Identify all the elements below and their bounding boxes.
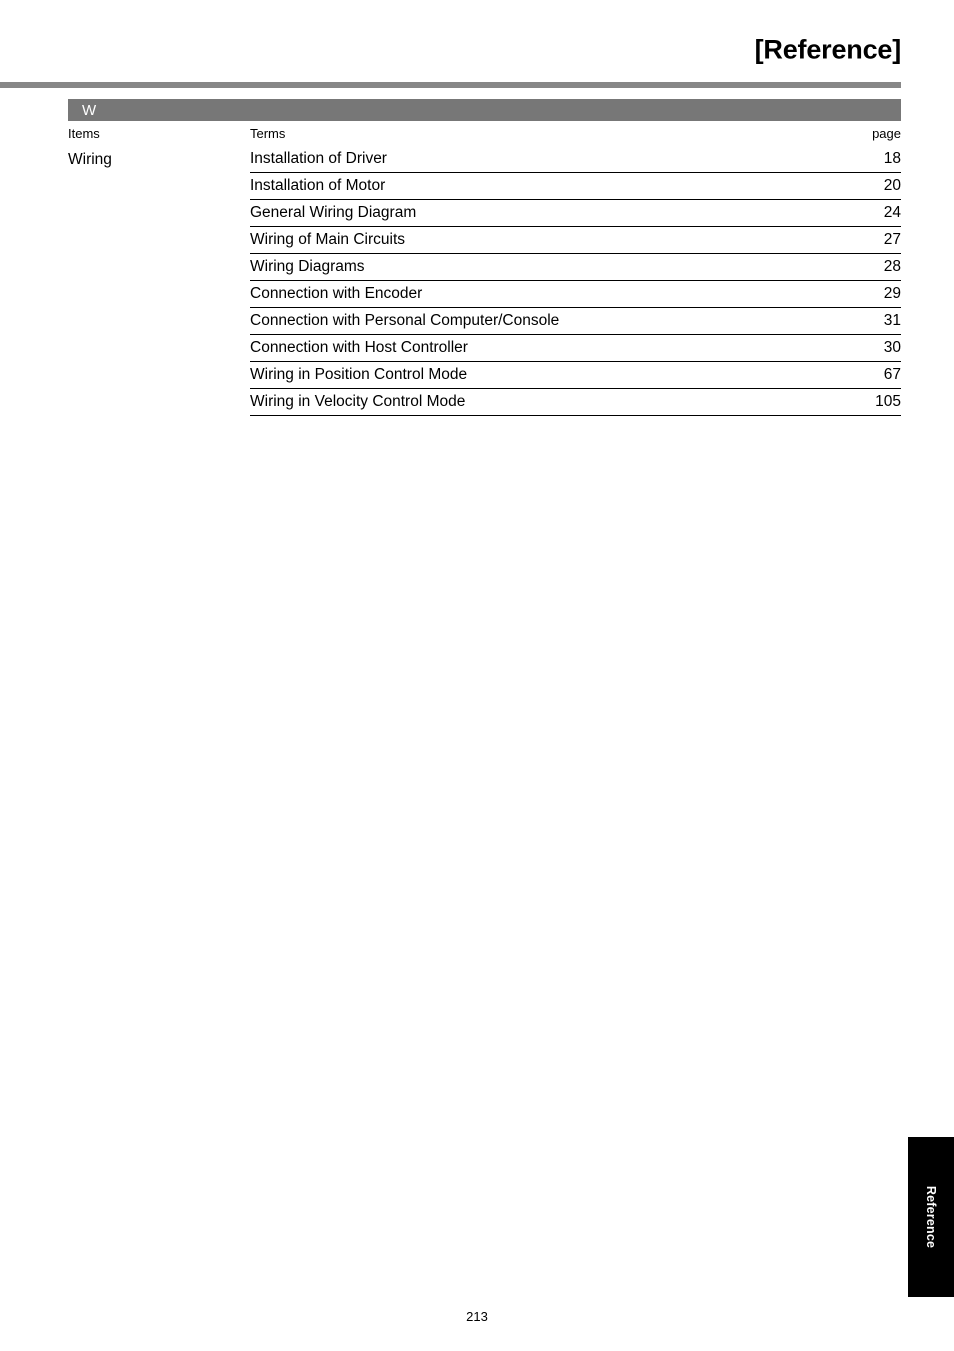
column-header-terms: Terms <box>250 126 286 141</box>
index-group-label <box>68 335 250 362</box>
index-term[interactable]: Connection with Personal Computer/Consol… <box>250 307 820 335</box>
index-page-number[interactable]: 30 <box>820 334 901 362</box>
index-group-label <box>68 254 250 281</box>
index-term[interactable]: Wiring of Main Circuits <box>250 226 820 254</box>
section-letter-bar: W <box>68 99 901 121</box>
index-term[interactable]: Connection with Encoder <box>250 280 820 308</box>
table-row: Wiring Installation of Driver 18 <box>68 146 901 173</box>
side-thumb-tab-label: Reference <box>924 1185 938 1249</box>
index-term[interactable]: Wiring in Position Control Mode <box>250 361 820 389</box>
table-row: General Wiring Diagram 24 <box>68 199 901 227</box>
index-group-label <box>68 281 250 308</box>
index-page-number[interactable]: 29 <box>820 280 901 308</box>
index-group-label <box>68 173 250 200</box>
index-page-number[interactable]: 20 <box>820 172 901 200</box>
page-header: [Reference] <box>0 0 954 90</box>
index-group-label <box>68 389 250 416</box>
index-entries-table: Items Terms page Wiring Installation of D… <box>68 121 901 416</box>
index-term[interactable]: Wiring in Velocity Control Mode <box>250 388 820 416</box>
index-group-label <box>68 227 250 254</box>
table-row: Wiring of Main Circuits 27 <box>68 226 901 254</box>
table-row: Wiring in Position Control Mode 67 <box>68 361 901 389</box>
index-page-number[interactable]: 31 <box>820 307 901 335</box>
index-term[interactable]: General Wiring Diagram <box>250 199 820 227</box>
footer-page-number: 213 <box>466 1309 488 1324</box>
section-letter: W <box>82 102 97 119</box>
index-page-number[interactable]: 27 <box>820 226 901 254</box>
table-row: Connection with Host Controller 30 <box>68 334 901 362</box>
index-group-label: Wiring <box>68 150 112 168</box>
column-header-items: Items <box>68 126 100 141</box>
index-page-number[interactable]: 67 <box>820 361 901 389</box>
index-page-number[interactable]: 24 <box>820 199 901 227</box>
index-group-label <box>68 362 250 389</box>
page-title: [Reference] <box>754 34 902 65</box>
index-term[interactable]: Wiring Diagrams <box>250 253 820 281</box>
table-row: Connection with Encoder 29 <box>68 280 901 308</box>
table-row: Connection with Personal Computer/Consol… <box>68 307 901 335</box>
index-page-number[interactable]: 105 <box>820 388 901 416</box>
side-thumb-tab: Reference <box>908 1137 954 1297</box>
table-row: Installation of Motor 20 <box>68 172 901 200</box>
index-table: W Items Terms page Wiring Installation of… <box>68 99 901 416</box>
index-group-label <box>68 308 250 335</box>
index-rows-body: Wiring Installation of Driver 18 Installati… <box>68 146 901 416</box>
index-page-number[interactable]: 28 <box>820 253 901 281</box>
header-rule <box>0 82 901 88</box>
table-row: Wiring in Velocity Control Mode 105 <box>68 388 901 416</box>
index-term[interactable]: Connection with Host Controller <box>250 334 820 362</box>
table-header-row: Items Terms page <box>68 121 901 146</box>
index-term[interactable]: Installation of Driver <box>250 146 820 173</box>
index-page-number[interactable]: 18 <box>820 146 901 173</box>
index-term[interactable]: Installation of Motor <box>250 172 820 200</box>
column-header-page: page <box>872 126 901 141</box>
index-group-label <box>68 200 250 227</box>
table-row: Wiring Diagrams 28 <box>68 253 901 281</box>
